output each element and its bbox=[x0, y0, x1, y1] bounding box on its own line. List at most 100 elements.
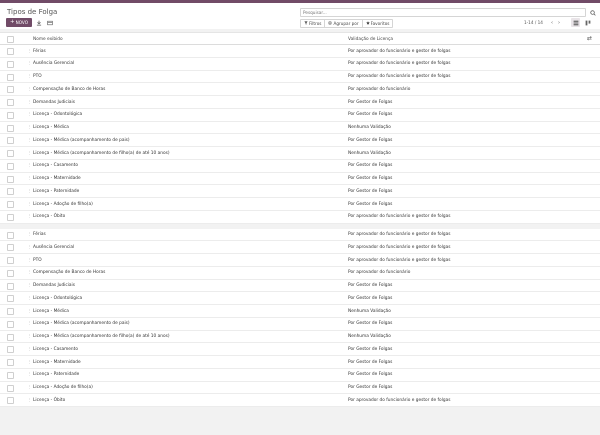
row-checkbox[interactable] bbox=[7, 201, 14, 208]
row-checkbox[interactable] bbox=[7, 213, 14, 221]
table-row[interactable]: ⋮ Férias Por aprovador do funcionário e ge… bbox=[0, 45, 600, 58]
pager-previous-icon[interactable]: ‹ bbox=[549, 19, 555, 27]
row-checkbox[interactable] bbox=[7, 111, 14, 119]
favorites-button[interactable]: Favoritos bbox=[363, 20, 393, 27]
row-checkbox[interactable] bbox=[7, 60, 14, 68]
drag-handle-icon[interactable]: ⋮ bbox=[28, 202, 32, 206]
kanban-view-icon[interactable] bbox=[583, 18, 592, 27]
row-checkbox[interactable] bbox=[7, 231, 14, 239]
row-checkbox[interactable] bbox=[7, 175, 14, 183]
drag-handle-icon[interactable]: ⋮ bbox=[28, 258, 32, 262]
drag-handle-icon[interactable]: ⋮ bbox=[28, 100, 32, 104]
pager-next-icon[interactable]: › bbox=[556, 19, 562, 27]
table-row[interactable]: ⋮ Compensação de Banco de Horas Por aprova… bbox=[0, 266, 600, 280]
drag-handle-icon[interactable]: ⋮ bbox=[28, 74, 32, 78]
row-checkbox[interactable] bbox=[7, 269, 14, 277]
drag-handle-icon[interactable]: ⋮ bbox=[28, 270, 32, 274]
drag-handle-icon[interactable]: ⋮ bbox=[28, 112, 32, 116]
drag-handle-icon[interactable]: ⋮ bbox=[28, 321, 32, 325]
drag-handle-icon[interactable]: ⋮ bbox=[28, 309, 32, 313]
column-adjust-icon[interactable]: ⇄ bbox=[587, 35, 592, 42]
drag-handle-icon[interactable]: ⋮ bbox=[28, 296, 32, 300]
table-row[interactable]: ⋮ Licença - Paternidade Por Gestor de Folg… bbox=[0, 185, 600, 198]
drag-handle-icon[interactable]: ⋮ bbox=[28, 189, 32, 193]
row-checkbox[interactable] bbox=[7, 295, 14, 303]
drag-handle-icon[interactable]: ⋮ bbox=[28, 334, 32, 338]
drag-handle-icon[interactable]: ⋮ bbox=[28, 347, 32, 351]
drag-handle-icon[interactable]: ⋮ bbox=[28, 61, 32, 65]
drag-handle-icon[interactable]: ⋮ bbox=[28, 283, 32, 287]
drag-handle-icon[interactable]: ⋮ bbox=[28, 49, 32, 53]
table-row[interactable]: ⋮ Compensação de Banco de Horas Por aprova… bbox=[0, 83, 600, 96]
table-row[interactable]: ⋮ Licença - Médica (acompanhamento de pai… bbox=[0, 317, 600, 331]
table-row[interactable]: ⋮ Licença - Adoção de filho(a) Por Gestor … bbox=[0, 198, 600, 211]
drag-handle-icon[interactable]: ⋮ bbox=[28, 163, 32, 167]
drag-handle-icon[interactable]: ⋮ bbox=[28, 151, 32, 155]
table-row[interactable]: ⋮ Licença - Adoção de filho(a) Por Gestor … bbox=[0, 381, 600, 395]
filters-button[interactable]: Filtros bbox=[301, 20, 326, 27]
table-row[interactable]: ⋮ Demandas Judiciais Por Gestor de Folgas bbox=[0, 96, 600, 109]
drag-handle-icon[interactable]: ⋮ bbox=[28, 372, 32, 376]
table-row[interactable]: ⋮ Licença - Médica (acompanhamento de fil… bbox=[0, 330, 600, 344]
table-row[interactable]: ⋮ Licença - Óbito Por aprovador do funcion… bbox=[0, 210, 600, 224]
table-row[interactable]: ⋮ Licença - Óbito Por aprovador do funcion… bbox=[0, 394, 600, 407]
table-row[interactable]: ⋮ Ausência Gerencial Por aprovador do func… bbox=[0, 57, 600, 71]
row-checkbox[interactable] bbox=[7, 359, 14, 366]
row-checkbox[interactable] bbox=[7, 48, 14, 55]
drag-handle-icon[interactable]: ⋮ bbox=[28, 245, 32, 249]
new-button[interactable]: + NOVO bbox=[6, 18, 32, 27]
row-checkbox[interactable] bbox=[7, 257, 14, 264]
table-row[interactable]: ⋮ Licença - Casamento Por Gestor de Folgas bbox=[0, 159, 600, 173]
table-row[interactable]: ⋮ Licença - Maternidade Por Gestor de Folg… bbox=[0, 172, 600, 186]
table-row[interactable]: ⋮ Ausência Gerencial Por aprovador do func… bbox=[0, 241, 600, 254]
table-row[interactable]: ⋮ Licença - Médica Nenhuma Validação bbox=[0, 121, 600, 135]
table-row[interactable]: ⋮ Licença - Médica (acompanhamento de pai… bbox=[0, 134, 600, 147]
search-icon[interactable] bbox=[588, 8, 597, 17]
table-row[interactable]: ⋮ Licença - Paternidade Por Gestor de Folg… bbox=[0, 368, 600, 382]
table-row[interactable]: ⋮ Licença - Casamento Por Gestor de Folgas bbox=[0, 343, 600, 356]
search-input[interactable] bbox=[300, 8, 586, 17]
row-checkbox[interactable] bbox=[7, 320, 14, 328]
download-icon[interactable] bbox=[34, 18, 43, 27]
row-checkbox[interactable] bbox=[7, 99, 14, 106]
row-checkbox[interactable] bbox=[7, 244, 14, 252]
table-row[interactable]: ⋮ Férias Por aprovador do funcionário e ge… bbox=[0, 228, 600, 242]
table-row[interactable]: ⋮ Licença - Médica (acompanhamento de fil… bbox=[0, 147, 600, 160]
table-row[interactable]: ⋮ Licença - Odontológica Por Gestor de Fol… bbox=[0, 292, 600, 305]
row-checkbox[interactable] bbox=[7, 282, 14, 290]
row-checkbox[interactable] bbox=[7, 308, 14, 315]
table-row[interactable]: ⋮ Demandas Judiciais Por Gestor de Folgas bbox=[0, 279, 600, 293]
pager-value[interactable]: 1-14 / 14 bbox=[524, 20, 543, 25]
table-row[interactable]: ⋮ Licença - Maternidade Por Gestor de Folg… bbox=[0, 356, 600, 369]
row-checkbox[interactable] bbox=[7, 346, 14, 354]
row-checkbox[interactable] bbox=[7, 86, 14, 94]
drag-handle-icon[interactable]: ⋮ bbox=[28, 232, 32, 236]
table-row[interactable]: ⋮ PTO Por aprovador do funcionário e gesto… bbox=[0, 254, 600, 267]
drag-handle-icon[interactable]: ⋮ bbox=[28, 385, 32, 389]
table-row[interactable]: ⋮ Licença - Médica Nenhuma Validação bbox=[0, 305, 600, 318]
list-view-icon[interactable] bbox=[571, 18, 580, 27]
row-checkbox[interactable] bbox=[7, 124, 14, 132]
select-all-checkbox[interactable] bbox=[7, 36, 14, 43]
row-checkbox[interactable] bbox=[7, 188, 14, 196]
row-checkbox[interactable] bbox=[7, 384, 14, 392]
drag-handle-icon[interactable]: ⋮ bbox=[28, 87, 32, 91]
drag-handle-icon[interactable]: ⋮ bbox=[28, 138, 32, 142]
table-row[interactable]: ⋮ Licença - Odontológica Por Gestor de Fol… bbox=[0, 108, 600, 122]
drag-handle-icon[interactable]: ⋮ bbox=[28, 360, 32, 364]
settings-icon[interactable] bbox=[45, 18, 54, 27]
row-checkbox[interactable] bbox=[7, 137, 14, 145]
table-row[interactable]: ⋮ PTO Por aprovador do funcionário e gesto… bbox=[0, 70, 600, 84]
row-checkbox[interactable] bbox=[7, 150, 14, 157]
column-header-name[interactable]: Nome exibido bbox=[33, 37, 63, 42]
group-by-button[interactable]: Agrupar por bbox=[325, 20, 363, 27]
drag-handle-icon[interactable]: ⋮ bbox=[28, 125, 32, 129]
row-checkbox[interactable] bbox=[7, 371, 14, 379]
row-checkbox[interactable] bbox=[7, 162, 14, 170]
row-checkbox[interactable] bbox=[7, 333, 14, 341]
row-checkbox[interactable] bbox=[7, 397, 14, 405]
drag-handle-icon[interactable]: ⋮ bbox=[28, 398, 32, 402]
row-checkbox[interactable] bbox=[7, 73, 14, 81]
drag-handle-icon[interactable]: ⋮ bbox=[28, 176, 32, 180]
drag-handle-icon[interactable]: ⋮ bbox=[28, 214, 32, 218]
